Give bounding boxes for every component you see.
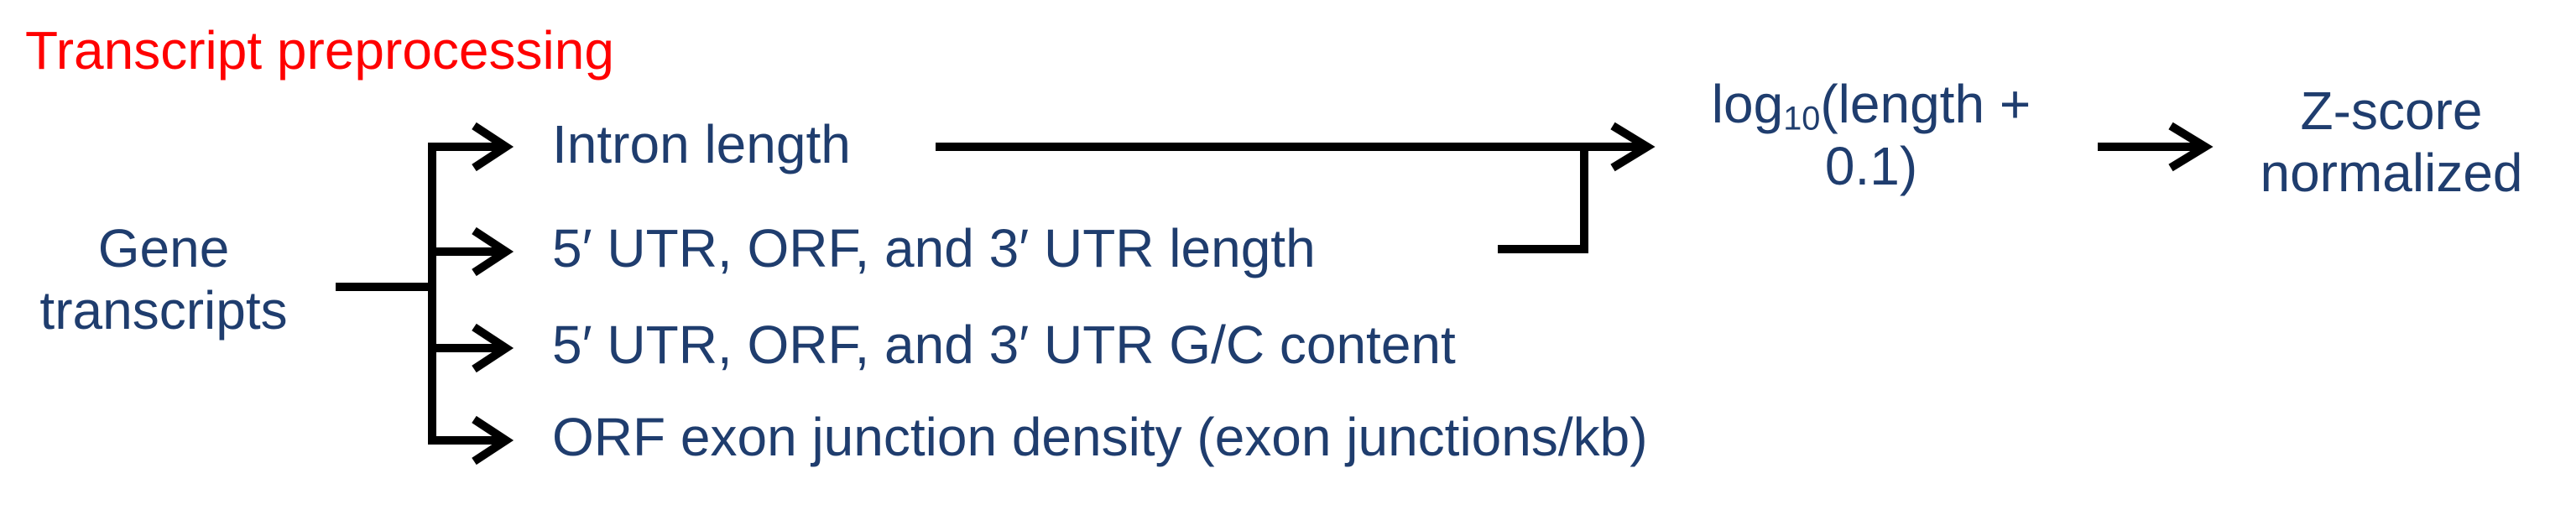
zscore-label: Z-score normalized [2215, 81, 2568, 204]
diagram-title: Transcript preprocessing [25, 20, 614, 81]
feature-utr-orf-length: 5′ UTR, ORF, and 3′ UTR length [552, 218, 1316, 278]
feature-utr-orf-gc-content: 5′ UTR, ORF, and 3′ UTR G/C content [552, 315, 1456, 375]
zscore-line1: Z-score [2300, 81, 2483, 141]
feature-intron-length: Intron length [552, 114, 851, 174]
log-base-subscript: 10 [1783, 100, 1821, 138]
log-prefix: log [1711, 74, 1784, 134]
gene-transcripts-line2: transcripts [39, 279, 288, 341]
gene-transcripts-label: Gene transcripts [0, 218, 327, 341]
feature-orf-exon-junction-density: ORF exon junction density (exon junction… [552, 407, 1648, 467]
log-transform-line2: 0.1) [1824, 135, 1918, 196]
log-suffix: (length + [1820, 74, 2031, 134]
length-to-log-connector [1498, 147, 1588, 253]
log-transform-line1: log10(length + [1645, 74, 2098, 136]
log-transform-label: log10(length + 0.1) [1645, 74, 2098, 197]
gene-transcripts-line1: Gene [97, 218, 230, 278]
zscore-line2: normalized [2260, 142, 2523, 203]
